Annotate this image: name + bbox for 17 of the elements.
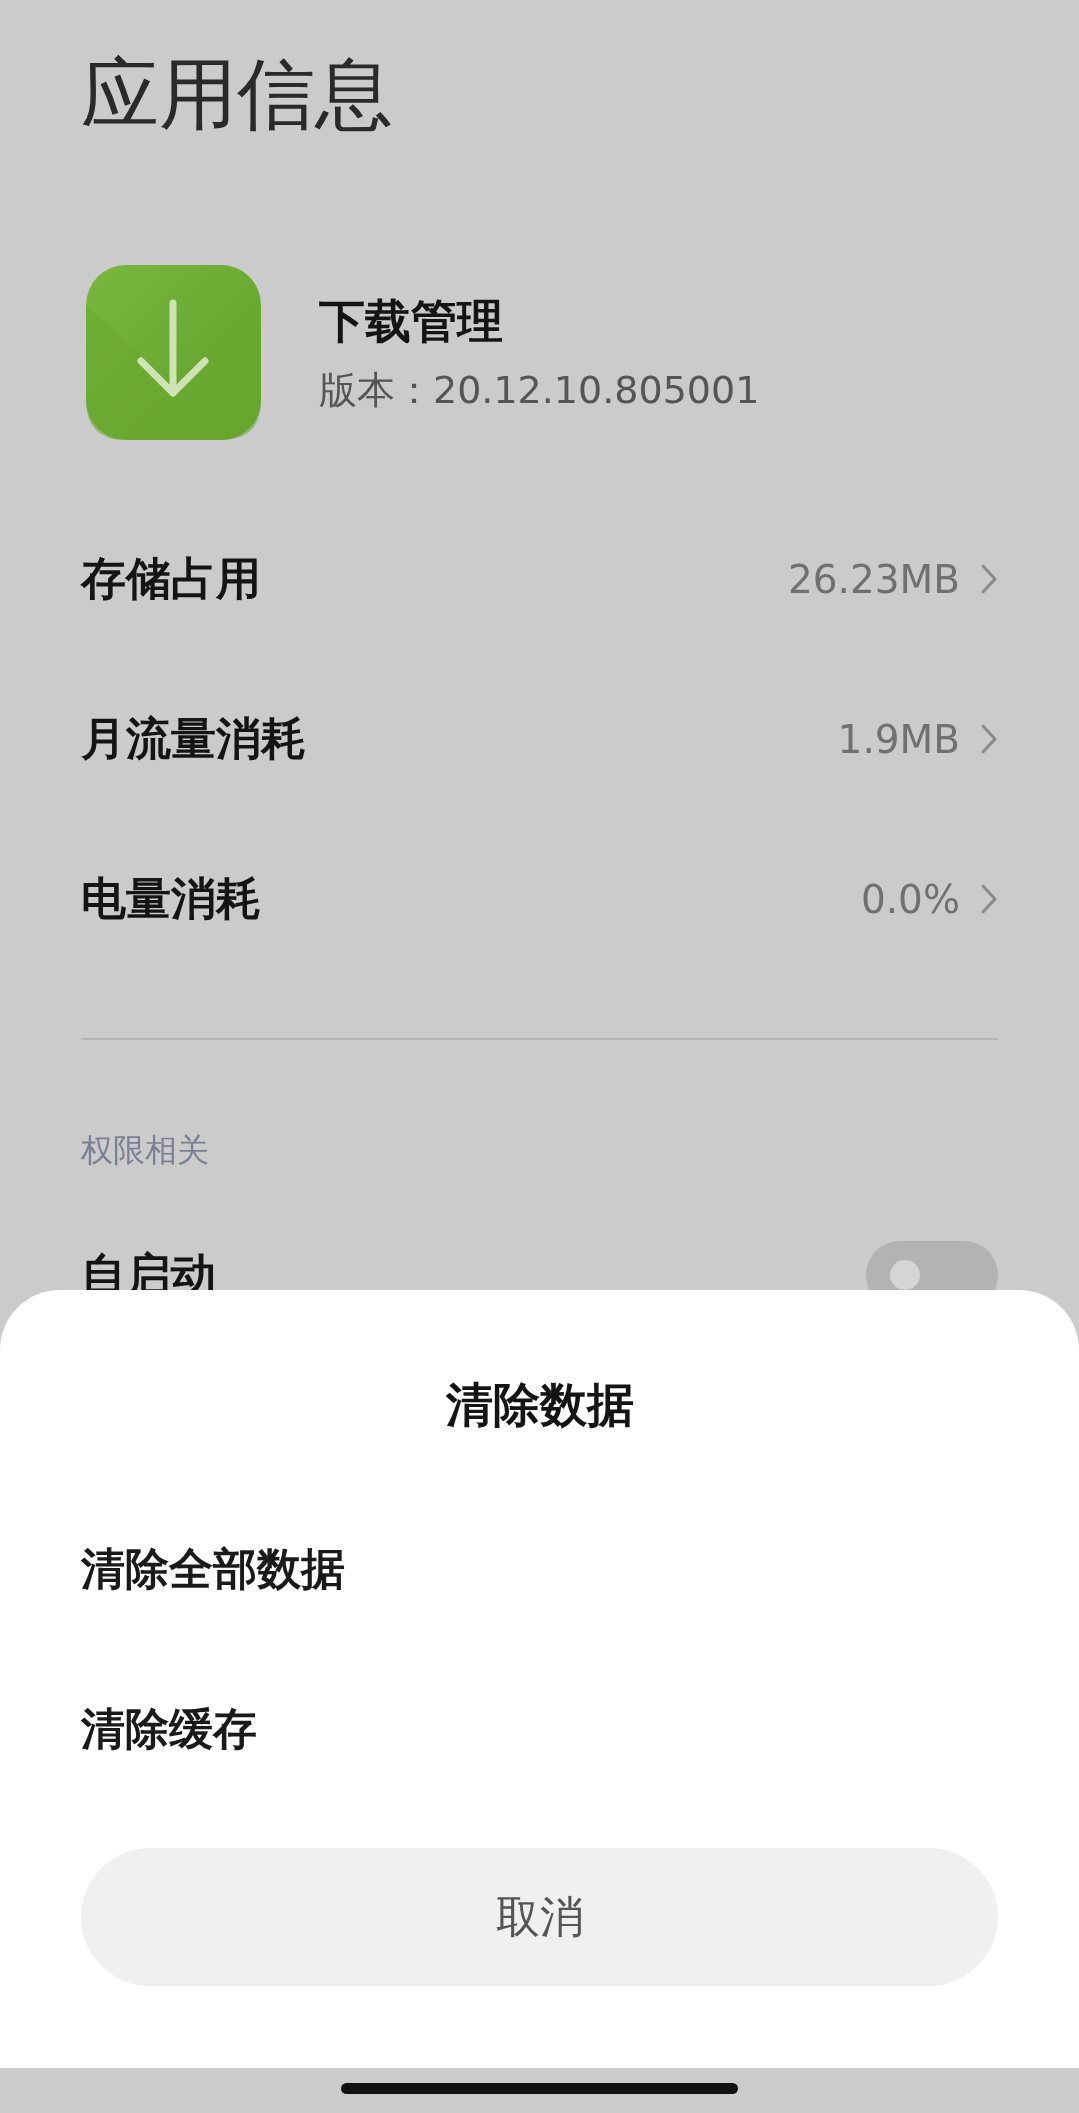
chevron-icon [980,563,998,595]
row-value: 1.9MB [837,716,960,762]
chevron-icon [980,723,998,755]
section-title: 权限相关 [81,1130,210,1170]
sheet-option[interactable]: 清除缓存 [81,1649,998,1809]
row-label[interactable]: 月流量消耗 [81,709,838,769]
row-value: 26.23MB [787,556,960,602]
row-label[interactable]: 电量消耗 [81,869,861,929]
chevron-icon [980,883,998,915]
app-version: 版本：20.12.10.805001 [319,366,760,414]
page-title: 应用信息 [81,48,394,141]
cancel-button[interactable]: 取消 [81,1848,998,1986]
row-label[interactable]: 存储占用 [81,549,788,609]
row-value: 0.0% [860,876,960,922]
sheet-option[interactable]: 清除全部数据 [81,1489,998,1649]
sheet-title: 清除数据 [444,1376,635,1434]
app-name: 下载管理 [319,292,504,350]
